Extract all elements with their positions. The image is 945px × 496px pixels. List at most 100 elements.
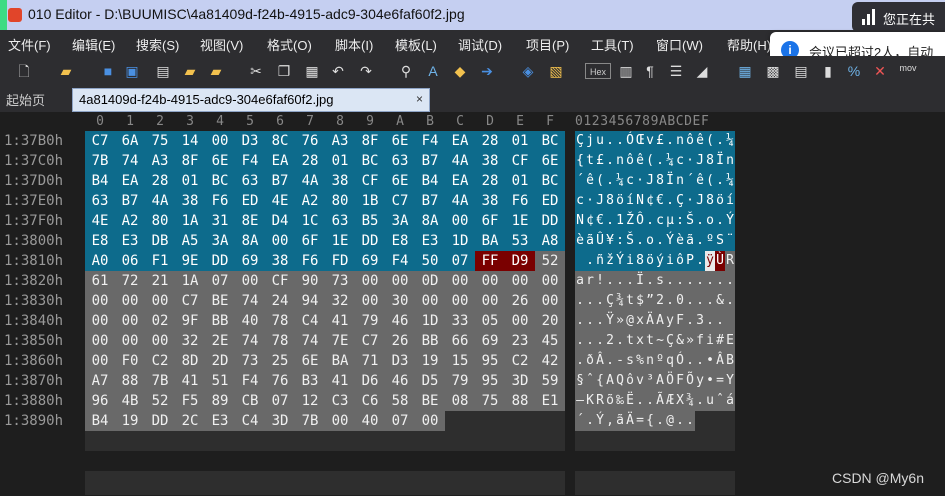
ascii-char[interactable]: á (725, 391, 735, 411)
ascii-char[interactable]: Û (595, 231, 605, 251)
ascii-char[interactable]: ö (645, 251, 655, 271)
paste-icon[interactable]: ▦ (304, 63, 320, 79)
hex-byte[interactable]: 3A (205, 231, 235, 251)
hex-byte[interactable]: 00 (145, 291, 175, 311)
ascii-char[interactable]: € (595, 211, 605, 231)
ascii-char[interactable]: . (635, 231, 645, 251)
hex-byte[interactable]: BC (205, 171, 235, 191)
menu-file[interactable]: 文件(F) (8, 35, 51, 54)
hex-byte[interactable]: 00 (415, 411, 445, 431)
hex-byte[interactable]: 69 (235, 251, 265, 271)
ascii-char[interactable]: º (655, 351, 665, 371)
hex-byte[interactable]: 1E (325, 231, 355, 251)
ascii-char[interactable]: í (625, 191, 635, 211)
ascii-char[interactable]: ñ (595, 251, 605, 271)
hex-byte[interactable]: F6 (505, 191, 535, 211)
tab-active-file[interactable]: 4a81409d-f24b-4915-adc9-304e6faf60f2.jpg… (72, 88, 430, 112)
hex-byte[interactable]: 8D (175, 351, 205, 371)
hex-byte[interactable]: 6E (385, 171, 415, 191)
hex-byte[interactable]: C7 (85, 131, 115, 151)
ascii-char[interactable]: . (635, 391, 645, 411)
menu-template[interactable]: 模板(L) (395, 35, 437, 54)
hex-byte[interactable]: EA (445, 171, 475, 191)
hex-byte[interactable]: 07 (205, 271, 235, 291)
ascii-char[interactable]: ý (655, 251, 665, 271)
hex-byte[interactable]: 23 (505, 331, 535, 351)
ascii-char[interactable]: 8 (655, 171, 665, 191)
ascii-char[interactable]: s (655, 271, 665, 291)
ascii-char[interactable]: • (705, 371, 715, 391)
hex-byte[interactable]: 51 (205, 371, 235, 391)
histogram-icon[interactable]: ▮ (820, 63, 836, 79)
hex-byte[interactable]: B7 (415, 151, 445, 171)
ascii-char[interactable]: ! (595, 271, 605, 291)
hex-byte[interactable]: D6 (355, 371, 385, 391)
ascii-char[interactable]: o (705, 211, 715, 231)
ascii-char[interactable]: ð (585, 351, 595, 371)
ascii-char[interactable]: 8 (635, 251, 645, 271)
ascii-char[interactable]: . (615, 271, 625, 291)
ascii-char[interactable]: µ (665, 211, 675, 231)
ascii-char[interactable]: . (695, 291, 705, 311)
ascii-char[interactable]: Ó (675, 351, 685, 371)
hex-byte[interactable]: 00 (475, 291, 505, 311)
ascii-char[interactable]: . (605, 211, 615, 231)
ascii-char[interactable]: Ä (645, 311, 655, 331)
ascii-char[interactable]: ÿ (705, 251, 715, 271)
hex-byte[interactable]: 1C (295, 211, 325, 231)
ascii-char[interactable]: Ý (725, 211, 735, 231)
ascii-char[interactable]: £ (595, 151, 605, 171)
hex-byte[interactable]: 40 (355, 411, 385, 431)
hex-byte[interactable]: 38 (475, 191, 505, 211)
hex-byte[interactable]: 00 (445, 211, 475, 231)
hex-byte[interactable]: 61 (85, 271, 115, 291)
hex-byte[interactable]: 00 (385, 271, 415, 291)
hex-byte[interactable]: 00 (115, 311, 145, 331)
ascii-char[interactable]: . (655, 411, 665, 431)
hex-byte[interactable]: B5 (355, 211, 385, 231)
open-folder-icon[interactable]: ▰ (58, 63, 74, 79)
ascii-char[interactable]: Ç (575, 131, 585, 151)
hex-byte[interactable]: BB (415, 331, 445, 351)
ascii-char[interactable]: . (715, 211, 725, 231)
hex-byte[interactable]: 71 (355, 351, 385, 371)
hex-byte[interactable]: 20 (535, 311, 565, 331)
ascii-char[interactable]: ˆ (585, 371, 595, 391)
hex-byte[interactable]: C7 (385, 191, 415, 211)
ascii-char[interactable]: , (605, 411, 615, 431)
hex-byte[interactable]: BE (205, 291, 235, 311)
hex-byte[interactable]: 00 (445, 271, 475, 291)
ascii-char[interactable]: { (595, 371, 605, 391)
hex-byte[interactable]: 00 (265, 231, 295, 251)
ascii-char[interactable]: J (695, 191, 705, 211)
hex-byte[interactable]: B4 (85, 171, 115, 191)
hex-byte[interactable]: 6E (205, 151, 235, 171)
highlight-icon[interactable]: ◢ (694, 63, 710, 79)
cut-icon[interactable]: ✂ (248, 63, 264, 79)
new-file-icon[interactable]: 🗋 (16, 63, 32, 79)
hex-byte[interactable]: 28 (295, 151, 325, 171)
hex-byte[interactable]: 25 (265, 351, 295, 371)
hex-byte[interactable]: 41 (175, 371, 205, 391)
hex-byte[interactable]: 08 (445, 391, 475, 411)
ascii-char[interactable]: € (655, 191, 665, 211)
hex-byte[interactable]: 79 (445, 371, 475, 391)
ascii-char[interactable]: X (675, 391, 685, 411)
hex-byte[interactable]: 4A (445, 191, 475, 211)
hex-byte[interactable]: 6E (385, 131, 415, 151)
ascii-char[interactable]: . (705, 311, 715, 331)
hex-byte[interactable]: E3 (415, 231, 445, 251)
ascii-char[interactable]: . (715, 271, 725, 291)
ascii-char[interactable]: x (635, 311, 645, 331)
ascii-char[interactable]: ¼ (725, 171, 735, 191)
ascii-char[interactable]: · (585, 191, 595, 211)
hex-byte[interactable]: C6 (355, 391, 385, 411)
hex-byte[interactable]: 63 (85, 191, 115, 211)
hex-byte[interactable]: 74 (115, 151, 145, 171)
ascii-char[interactable]: Ç (605, 291, 615, 311)
ascii-char[interactable]: 8 (605, 191, 615, 211)
hex-byte[interactable]: 76 (265, 371, 295, 391)
menu-view[interactable]: 视图(V) (200, 35, 243, 54)
hex-byte[interactable]: 6F (475, 211, 505, 231)
hex-byte[interactable]: 00 (85, 291, 115, 311)
